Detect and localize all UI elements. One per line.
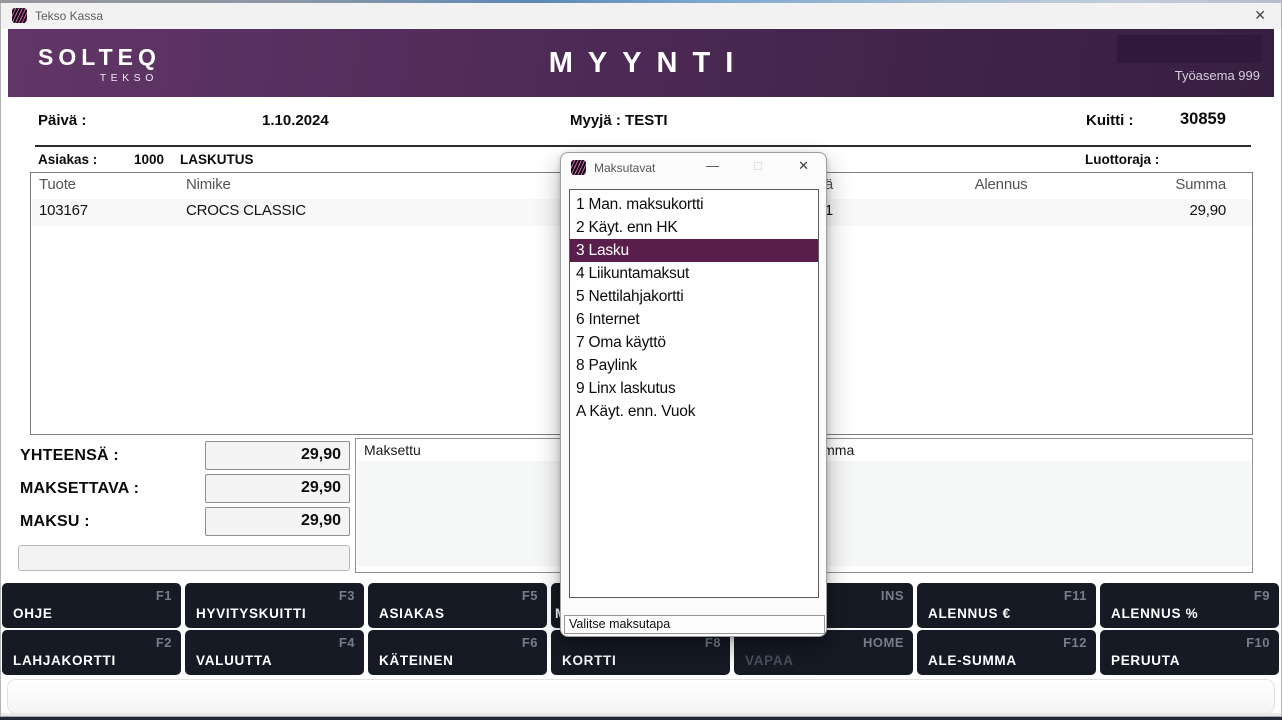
payment-method-item-7[interactable]: 7 Oma käyttö	[570, 331, 818, 354]
header-separator	[35, 145, 1251, 147]
payable-value-box: 29,90	[205, 474, 350, 503]
fn-key-f3: F3	[339, 588, 355, 603]
payment-method-item-2[interactable]: 2 Käyt. enn HK	[570, 216, 818, 239]
payment-method-item-4[interactable]: 4 Liikuntamaksut	[570, 262, 818, 285]
page-title: MYYNTI	[8, 47, 1274, 80]
col-header-tuote: Tuote	[39, 176, 76, 193]
payment-method-item-6[interactable]: 6 Internet	[570, 308, 818, 331]
fn-button-ale-summa[interactable]: F12 ALE-SUMMA	[917, 630, 1096, 675]
fn-key-f5: F5	[522, 588, 538, 603]
payment-value-box: 29,90	[205, 507, 350, 536]
col-header-alennus: Alennus	[941, 176, 1061, 193]
payment-label: MAKSU :	[20, 513, 90, 531]
fn-key-f12: F12	[1063, 635, 1087, 650]
workstation-box	[1117, 35, 1262, 63]
payment-method-list: 1 Man. maksukortti 2 Käyt. enn HK 3 Lask…	[569, 189, 819, 598]
fn-button-asiakas[interactable]: F5 ASIAKAS	[368, 583, 547, 628]
seller-group: Myyjä : TESTI	[570, 112, 668, 129]
dialog-status-prompt: Valitse maksutapa	[564, 615, 825, 634]
fn-button-peruuta[interactable]: F10 PERUUTA	[1100, 630, 1279, 675]
fn-key-f1: F1	[156, 588, 172, 603]
sale-row-product-name[interactable]: CROCS CLASSIC	[186, 202, 306, 219]
fn-key-ins: INS	[881, 588, 904, 603]
entry-field[interactable]	[18, 545, 350, 571]
bottom-message-bar	[8, 680, 1274, 713]
fn-key-f9: F9	[1254, 588, 1270, 603]
payment-method-item-8[interactable]: 8 Paylink	[570, 354, 818, 377]
receipt-label: Kuitti :	[1086, 112, 1133, 129]
receipt-number: 30859	[1180, 110, 1226, 129]
payment-method-item-9[interactable]: 9 Linx laskutus	[570, 377, 818, 400]
col-header-nimike: Nimike	[186, 176, 231, 193]
fn-key-f10: F10	[1246, 635, 1270, 650]
payment-method-item-5[interactable]: 5 Nettilahjakortti	[570, 285, 818, 308]
window-title: Tekso Kassa	[35, 9, 103, 23]
payment-method-item-1[interactable]: 1 Man. maksukortti	[570, 193, 818, 216]
fn-key-f8: F8	[705, 635, 721, 650]
fn-key-f11: F11	[1064, 588, 1087, 603]
credit-limit-label: Luottoraja :	[1085, 152, 1159, 167]
payment-method-item-3[interactable]: 3 Lasku	[570, 239, 818, 262]
date-label: Päivä :	[38, 112, 86, 129]
seller-value: TESTI	[625, 112, 668, 129]
payable-label: MAKSETTAVA :	[20, 480, 139, 498]
fn-key-f2: F2	[156, 635, 172, 650]
total-value-box: 29,90	[205, 441, 350, 470]
fn-key-f6: F6	[522, 635, 538, 650]
fn-button-alennus-percent[interactable]: F9 ALENNUS %	[1100, 583, 1279, 628]
app-icon	[12, 8, 27, 23]
customer-code: 1000	[134, 152, 164, 167]
dialog-close-icon[interactable]: ✕	[798, 158, 809, 174]
sale-row-product-code[interactable]: 103167	[39, 202, 88, 219]
fn-key-home: HOME	[863, 635, 904, 650]
fn-button-alennus-euro[interactable]: F11 ALENNUS €	[917, 583, 1096, 628]
dialog-minimize-icon[interactable]: —	[706, 158, 719, 173]
workstation-label: Työasema 999	[1175, 68, 1260, 83]
total-label: YHTEENSÄ :	[20, 447, 119, 465]
fn-button-kateinen[interactable]: F6 KÄTEINEN	[368, 630, 547, 675]
fn-button-lahjakortti[interactable]: F2 LAHJAKORTTI	[2, 630, 181, 675]
header-banner: SOLTEQ TEKSO MYYNTI Työasema 999	[8, 29, 1274, 97]
dialog-maximize-icon[interactable]: □	[754, 158, 762, 173]
dialog-title: Maksutavat	[594, 161, 655, 175]
customer-name: LASKUTUS	[180, 152, 254, 167]
fn-button-hyvityskuitti[interactable]: F3 HYVITYSKUITTI	[185, 583, 364, 628]
fn-button-ohje[interactable]: F1 OHJE	[2, 583, 181, 628]
payment-methods-dialog: Maksutavat — □ ✕ 1 Man. maksukortti 2 Kä…	[560, 152, 827, 637]
dialog-app-icon	[571, 160, 586, 175]
payment-method-item-10[interactable]: A Käyt. enn. Vuok	[570, 400, 818, 423]
window-close-icon[interactable]: ✕	[1254, 7, 1266, 24]
titlebar[interactable]: Tekso Kassa ✕	[1, 3, 1281, 29]
paid-col-header: Maksettu	[364, 442, 421, 458]
seller-label: Myyjä :	[570, 112, 621, 129]
col-header-summa: Summa	[1101, 176, 1226, 193]
sale-row-sum: 29,90	[1101, 202, 1226, 219]
customer-label: Asiakas :	[38, 152, 97, 167]
fn-key-f4: F4	[339, 635, 355, 650]
fn-button-valuutta[interactable]: F4 VALUUTTA	[185, 630, 364, 675]
date-value: 1.10.2024	[262, 112, 329, 129]
